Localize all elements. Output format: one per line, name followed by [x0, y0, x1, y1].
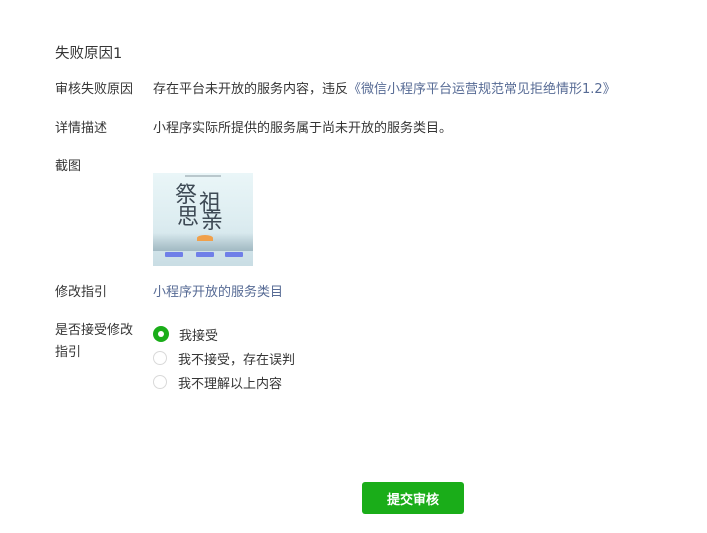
service-category-link[interactable]: 小程序开放的服务类目 [153, 285, 283, 300]
radio-checked-icon[interactable] [153, 326, 169, 342]
screenshot-thumbnail[interactable]: 祭 祖 思 亲 [153, 173, 253, 266]
screenshot-button-1 [165, 252, 183, 257]
detail-label: 详情描述 [55, 121, 108, 136]
guide-label: 修改指引 [55, 285, 108, 300]
radio-not-understand-label: 我不理解以上内容 [178, 376, 283, 392]
accept-radio-group: 我接受 我不接受，存在误判 我不理解以上内容 [153, 322, 295, 394]
radio-reject-label: 我不接受，存在误判 [178, 352, 296, 368]
screenshot-header-bar [185, 175, 221, 177]
guide-value: 小程序开放的服务类目 [153, 282, 283, 304]
radio-accept[interactable]: 我接受 [153, 322, 295, 346]
detail-text: 小程序实际所提供的服务属于尚未开放的服务类目。 [153, 121, 453, 136]
screenshot-char-4: 亲 [201, 209, 224, 234]
screenshot-button-2 [196, 252, 214, 257]
radio-unchecked-icon[interactable] [153, 351, 167, 365]
screenshot-button-3 [225, 252, 243, 257]
screenshot-label: 截图 [55, 159, 82, 174]
accept-label: 是否接受修改指引 [55, 323, 134, 360]
radio-reject[interactable]: 我不接受，存在误判 [153, 346, 295, 370]
reason-text: 存在平台未开放的服务内容，违反 [153, 82, 349, 97]
lotus-icon [197, 235, 213, 241]
radio-not-understand[interactable]: 我不理解以上内容 [153, 370, 295, 394]
reason-label: 审核失败原因 [55, 82, 134, 97]
radio-unchecked-icon[interactable] [153, 375, 167, 389]
section-title: 失败原因1 [55, 46, 123, 62]
radio-accept-label: 我接受 [179, 328, 219, 344]
reason-value: 存在平台未开放的服务内容，违反《微信小程序平台运营规范常见拒绝情形1.2》 [153, 79, 616, 101]
screenshot-char-3: 思 [177, 205, 200, 230]
screenshot-char-1: 祭 [175, 183, 198, 208]
policy-link[interactable]: 《微信小程序平台运营规范常见拒绝情形1.2》 [348, 82, 616, 97]
submit-review-button[interactable]: 提交审核 [362, 482, 464, 514]
